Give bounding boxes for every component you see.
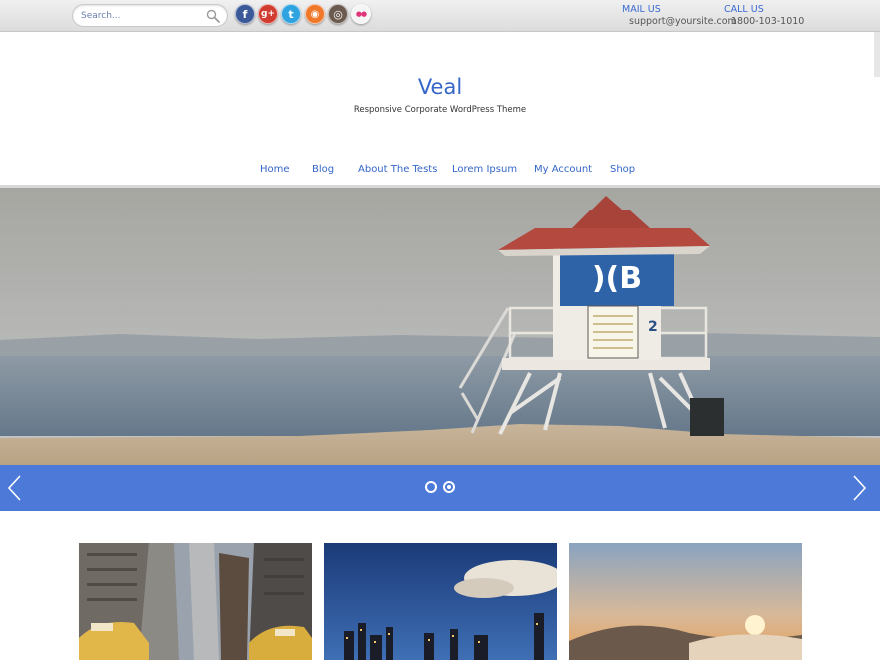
call-us-value[interactable]: 1800-103-1010 (731, 16, 804, 27)
slider-next-arrow-icon[interactable] (849, 474, 869, 502)
nav-item-blog[interactable]: Blog (312, 164, 334, 175)
nav-item-lorem-ipsum[interactable]: Lorem Ipsum (452, 164, 517, 175)
sunrise-clouds-thumbnail[interactable] (569, 543, 802, 660)
site-title[interactable]: Veal (0, 75, 880, 99)
scrollbar[interactable] (874, 32, 880, 77)
top-bar: f g+ t ◉ ◎ ●● MAIL US support@yoursite.c… (0, 0, 880, 32)
slider-control-bar (0, 465, 880, 511)
twitter-icon[interactable]: t (281, 4, 301, 24)
facebook-icon[interactable]: f (235, 4, 255, 24)
google-plus-icon[interactable]: g+ (258, 4, 278, 24)
call-us-label: CALL US (724, 4, 764, 15)
search-box[interactable] (72, 4, 228, 27)
tower-number: 2 (648, 319, 658, 335)
nav-item-home[interactable]: Home (260, 164, 290, 175)
nav-item-my-account[interactable]: My Account (534, 164, 592, 175)
rss-icon[interactable]: ◉ (305, 4, 325, 24)
night-skyline-thumbnail[interactable] (324, 543, 557, 660)
nav-item-shop[interactable]: Shop (610, 164, 635, 175)
nav-item-about-the-tests[interactable]: About The Tests (358, 164, 437, 175)
site-tagline: Responsive Corporate WordPress Theme (353, 105, 527, 115)
slider-dot-2[interactable] (443, 481, 455, 493)
flickr-icon[interactable]: ●● (351, 4, 371, 24)
mail-us-value[interactable]: support@yoursite.com (629, 16, 737, 27)
search-input[interactable] (81, 9, 201, 23)
svg-text:)(B: )(B (592, 261, 642, 296)
hero-slide-image: )(B 2 (0, 188, 880, 466)
city-street-taxis-thumbnail[interactable] (79, 543, 312, 660)
instagram-icon[interactable]: ◎ (328, 4, 348, 24)
slider-dot-1[interactable] (425, 481, 437, 493)
mail-us-label: MAIL US (622, 4, 661, 15)
search-icon[interactable] (206, 9, 220, 23)
slider-prev-arrow-icon[interactable] (5, 474, 25, 502)
